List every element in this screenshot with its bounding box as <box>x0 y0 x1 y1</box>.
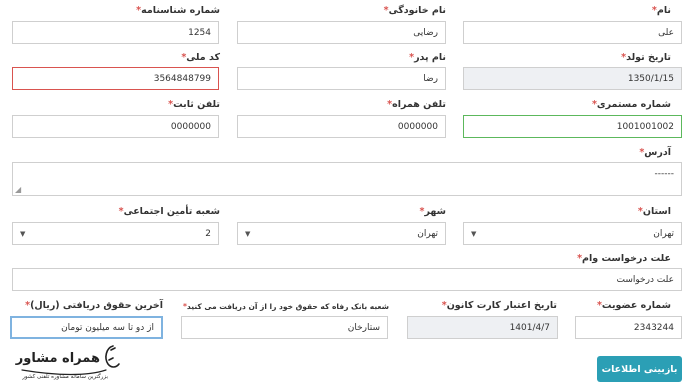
last-salary-label: آخرین حقوق دریافتی (ریال)* <box>25 300 163 311</box>
chevron-down-icon: ▼ <box>245 229 251 238</box>
membership-number-label: شماره عضویت* <box>596 300 671 311</box>
mobile-input[interactable]: 0000000 <box>237 115 446 138</box>
hamrah-moshaver-logo: همراه مشاور بزرگترین سامانه مشاوره تلفنی… <box>8 340 126 384</box>
resize-handle-icon[interactable]: ◢ <box>15 185 21 194</box>
social-branch-label: شعبه تأمین اجتماعی* <box>118 206 220 217</box>
father-name-input[interactable]: رضا <box>237 67 446 90</box>
subscriber-number-label: شماره مستمری* <box>591 99 671 110</box>
loan-reason-label: علت درخواست وام* <box>577 253 671 264</box>
address-label: آدرس* <box>639 147 671 158</box>
bank-branch-label: شعبه بانک رفاه که حقوق خود را از آن دریا… <box>182 302 389 311</box>
birth-date-input: 1350/1/15 <box>463 67 682 90</box>
province-select[interactable]: تهران ▼ <box>463 222 682 245</box>
national-code-label: کد ملی* <box>181 52 220 63</box>
review-info-button[interactable]: بازبینی اطلاعات <box>597 356 682 382</box>
chevron-down-icon: ▼ <box>471 229 477 238</box>
last-name-label: نام خانودگی* <box>383 5 446 16</box>
svg-text:همراه مشاور: همراه مشاور <box>15 351 100 366</box>
id-number-label: شماره شناسنامه* <box>136 5 220 16</box>
address-textarea[interactable]: ------ ◢ <box>12 162 682 196</box>
subscriber-number-input[interactable]: 1001001002 <box>463 115 682 138</box>
province-label: استان* <box>637 206 671 217</box>
last-name-input[interactable]: رضایی <box>237 21 446 44</box>
social-branch-select[interactable]: 2 ▼ <box>12 222 219 245</box>
first-name-input[interactable]: علی <box>463 21 682 44</box>
loan-reason-input[interactable]: علت درخواست <box>12 268 682 291</box>
landline-label: تلفن ثابت* <box>168 99 220 110</box>
card-expiry-label: تاریخ اعتبار کارت کانون* <box>441 300 557 311</box>
birth-date-label: تاریخ تولد* <box>621 52 671 63</box>
id-number-input[interactable]: 1254 <box>12 21 219 44</box>
phone-logo-icon: همراه مشاور بزرگترین سامانه مشاوره تلفنی… <box>15 345 120 380</box>
first-name-label: نام* <box>651 5 671 16</box>
bank-branch-input[interactable]: ستارخان <box>181 316 388 339</box>
svg-text:بزرگترین سامانه مشاوره تلفنی ک: بزرگترین سامانه مشاوره تلفنی کشور <box>21 373 108 380</box>
landline-input[interactable]: 0000000 <box>12 115 219 138</box>
father-name-label: نام پدر* <box>409 52 446 63</box>
card-expiry-input: 1401/4/7 <box>407 316 558 339</box>
membership-number-input[interactable]: 2343244 <box>575 316 682 339</box>
chevron-down-icon: ▼ <box>20 229 26 238</box>
last-salary-input[interactable]: از دو تا سه میلیون تومان <box>10 316 163 339</box>
city-select[interactable]: تهران ▼ <box>237 222 446 245</box>
mobile-label: تلفن همراه* <box>387 99 446 110</box>
city-label: شهر* <box>419 206 447 217</box>
national-code-input[interactable]: 3564848799 <box>12 67 219 90</box>
